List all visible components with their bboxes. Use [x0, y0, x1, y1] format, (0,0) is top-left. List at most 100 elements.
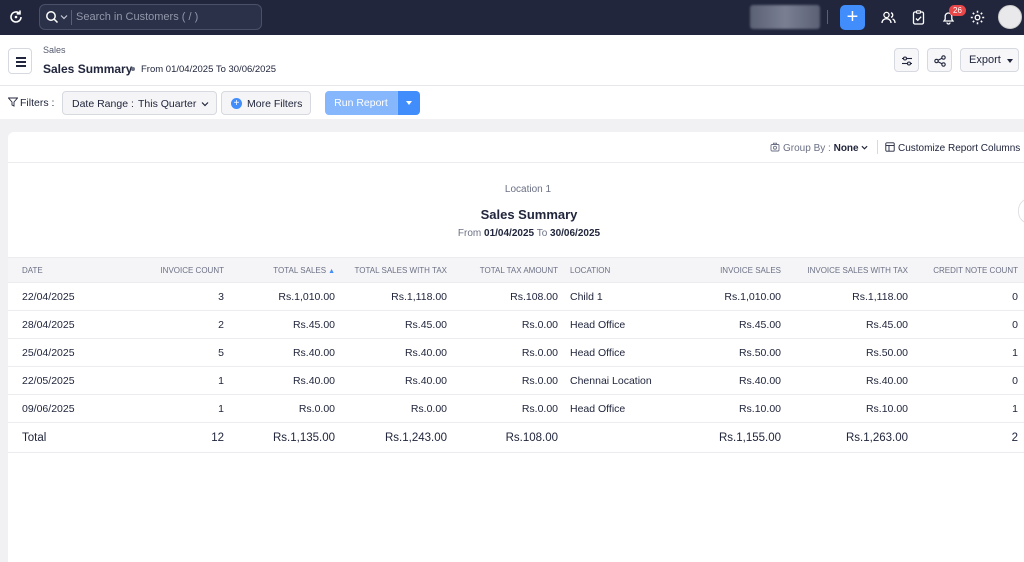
cell-total-sales[interactable]: Rs.40.00 — [224, 366, 335, 395]
group-by-icon — [770, 142, 780, 152]
breadcrumb[interactable]: Sales — [43, 45, 66, 55]
customize-columns-label: Customize Report Columns — [898, 143, 1021, 154]
column-header-total-sales[interactable]: TOTAL SALES ▲︎ — [224, 257, 335, 283]
cell-invoice-sales-with-tax: Rs.10.00 — [781, 394, 908, 423]
cell-invoice-sales: Rs.40.00 — [668, 366, 781, 395]
column-header-invoice-sales[interactable]: INVOICE SALES — [668, 257, 781, 283]
cell-total-sales-with-tax: Rs.40.00 — [335, 366, 447, 395]
run-report-options-button[interactable] — [397, 91, 420, 115]
cell-location: Head Office — [558, 338, 668, 367]
user-avatar[interactable] — [998, 5, 1022, 29]
cell-credit-note-count: 2 — [908, 422, 1024, 453]
period-from-label: From — [457, 228, 482, 239]
export-label: Export — [969, 54, 1001, 66]
group-by-control[interactable]: Group By : None — [770, 142, 868, 154]
column-header-credit-note-count[interactable]: CREDIT NOTE COUNT — [908, 257, 1024, 283]
cell-date: 22/04/2025 — [8, 282, 118, 311]
report-date-range: From 01/04/2025 To 30/06/2025 — [0, 228, 1024, 239]
group-by-label: Group By : — [783, 143, 831, 154]
toolbar-divider — [877, 140, 878, 154]
refresh-logo-icon[interactable] — [8, 9, 24, 25]
page-title: Sales Summary — [43, 62, 133, 76]
cell-date: Total — [8, 422, 118, 453]
column-header-date[interactable]: DATE — [8, 257, 118, 283]
sales-summary-table: DATE INVOICE COUNT TOTAL SALES ▲︎ TOTAL S… — [8, 257, 1024, 453]
cell-invoice-count[interactable]: 3 — [118, 282, 224, 311]
cell-total-tax-amount: Rs.0.00 — [447, 310, 558, 339]
table-row[interactable]: 25/04/2025 5 Rs.40.00 Rs.40.00 Rs.0.00 Head O… — [8, 338, 1024, 367]
cell-date: 09/06/2025 — [8, 394, 118, 423]
columns-icon — [885, 142, 895, 152]
period-to: 30/06/2025 — [550, 228, 601, 239]
cell-invoice-count[interactable]: 2 — [118, 310, 224, 339]
report-period: From 01/04/2025 To 30/06/2025 — [141, 64, 277, 75]
cell-credit-note-count: 0 — [908, 282, 1024, 311]
table-row[interactable]: 28/04/2025 2 Rs.45.00 Rs.45.00 Rs.0.00 Head O… — [8, 310, 1024, 339]
column-header-invoice-sales-with-tax[interactable]: INVOICE SALES WITH TAX — [781, 257, 908, 283]
cell-location: Head Office — [558, 394, 668, 423]
cell-total-sales-with-tax: Rs.40.00 — [335, 338, 447, 367]
search-input[interactable] — [76, 8, 256, 26]
gear-icon[interactable] — [969, 9, 986, 26]
notification-count-badge: 26 — [949, 5, 966, 16]
global-search[interactable] — [39, 4, 262, 30]
cell-total-sales[interactable]: Rs.1,010.00 — [224, 282, 335, 311]
cell-credit-note-count: 1 — [908, 394, 1024, 423]
cell-credit-note-count: 1 — [908, 338, 1024, 367]
search-icon[interactable] — [45, 10, 59, 24]
caret-down-icon — [1007, 59, 1013, 63]
quick-create-button[interactable]: + — [840, 5, 865, 30]
cell-date: 28/04/2025 — [8, 310, 118, 339]
hamburger-menu-button[interactable] — [8, 48, 32, 74]
run-report-button[interactable]: Run Report — [325, 91, 397, 115]
cell-date: 22/05/2025 — [8, 366, 118, 395]
customize-columns-button[interactable]: Customize Report Columns — [885, 142, 1020, 154]
cell-invoice-sales-with-tax: Rs.1,263.00 — [781, 422, 908, 453]
cell-total-sales-with-tax: Rs.1,118.00 — [335, 282, 447, 311]
header-divider — [0, 85, 1024, 86]
share-button[interactable] — [927, 48, 952, 72]
cell-total-sales[interactable]: Rs.40.00 — [224, 338, 335, 367]
cell-invoice-sales: Rs.1,010.00 — [668, 282, 781, 311]
chevron-down-icon — [861, 145, 868, 150]
cell-invoice-count[interactable]: 1 — [118, 394, 224, 423]
period-to-label: To — [536, 228, 548, 239]
cell-total-tax-amount: Rs.0.00 — [447, 338, 558, 367]
export-button[interactable]: Export — [960, 48, 1019, 72]
cell-credit-note-count: 0 — [908, 310, 1024, 339]
sort-icon[interactable]: ▲︎ — [328, 268, 335, 275]
users-icon[interactable] — [880, 9, 897, 26]
more-filters-button[interactable]: + More Filters — [221, 91, 311, 115]
report-settings-button[interactable] — [894, 48, 919, 72]
cell-invoice-count: 12 — [118, 422, 224, 453]
table-row[interactable]: 09/06/2025 1 Rs.0.00 Rs.0.00 Rs.0.00 Head Off… — [8, 394, 1024, 423]
cell-location: Head Office — [558, 310, 668, 339]
period-from: 01/04/2025 — [484, 228, 535, 239]
cell-invoice-count[interactable]: 5 — [118, 338, 224, 367]
date-range-value: This Quarter — [138, 98, 197, 110]
search-divider — [71, 10, 72, 25]
cell-location — [558, 422, 668, 453]
table-row[interactable]: 22/05/2025 1 Rs.40.00 Rs.40.00 Rs.0.00 Chenna… — [8, 366, 1024, 395]
cell-invoice-count[interactable]: 1 — [118, 366, 224, 395]
cell-invoice-sales-with-tax: Rs.40.00 — [781, 366, 908, 395]
column-header-location[interactable]: LOCATION — [558, 257, 668, 283]
cell-total-tax-amount: Rs.108.00 — [447, 422, 558, 453]
cell-total-sales[interactable]: Rs.45.00 — [224, 310, 335, 339]
more-filters-label: More Filters — [247, 98, 303, 110]
cell-total-sales[interactable]: Rs.0.00 — [224, 394, 335, 423]
title-separator-dot — [131, 67, 135, 71]
report-title: Sales Summary — [480, 207, 578, 222]
cell-invoice-sales: Rs.45.00 — [668, 310, 781, 339]
chevron-down-icon[interactable] — [60, 13, 68, 21]
column-header-invoice-count[interactable]: INVOICE COUNT — [118, 257, 224, 283]
date-range-filter[interactable]: Date Range : This Quarter — [62, 91, 217, 115]
organization-switcher[interactable] — [750, 5, 820, 29]
filters-label: Filters : — [8, 97, 54, 109]
column-header-total-tax-amount[interactable]: TOTAL TAX AMOUNT — [447, 257, 558, 283]
task-checklist-icon[interactable] — [910, 9, 927, 26]
column-header-total-sales-with-tax[interactable]: TOTAL SALES WITH TAX — [335, 257, 447, 283]
table-header-row: DATE INVOICE COUNT TOTAL SALES ▲︎ TOTAL S… — [8, 257, 1024, 283]
share-icon — [934, 55, 946, 67]
table-row[interactable]: 22/04/2025 3 Rs.1,010.00 Rs.1,118.00 Rs.108.… — [8, 282, 1024, 311]
